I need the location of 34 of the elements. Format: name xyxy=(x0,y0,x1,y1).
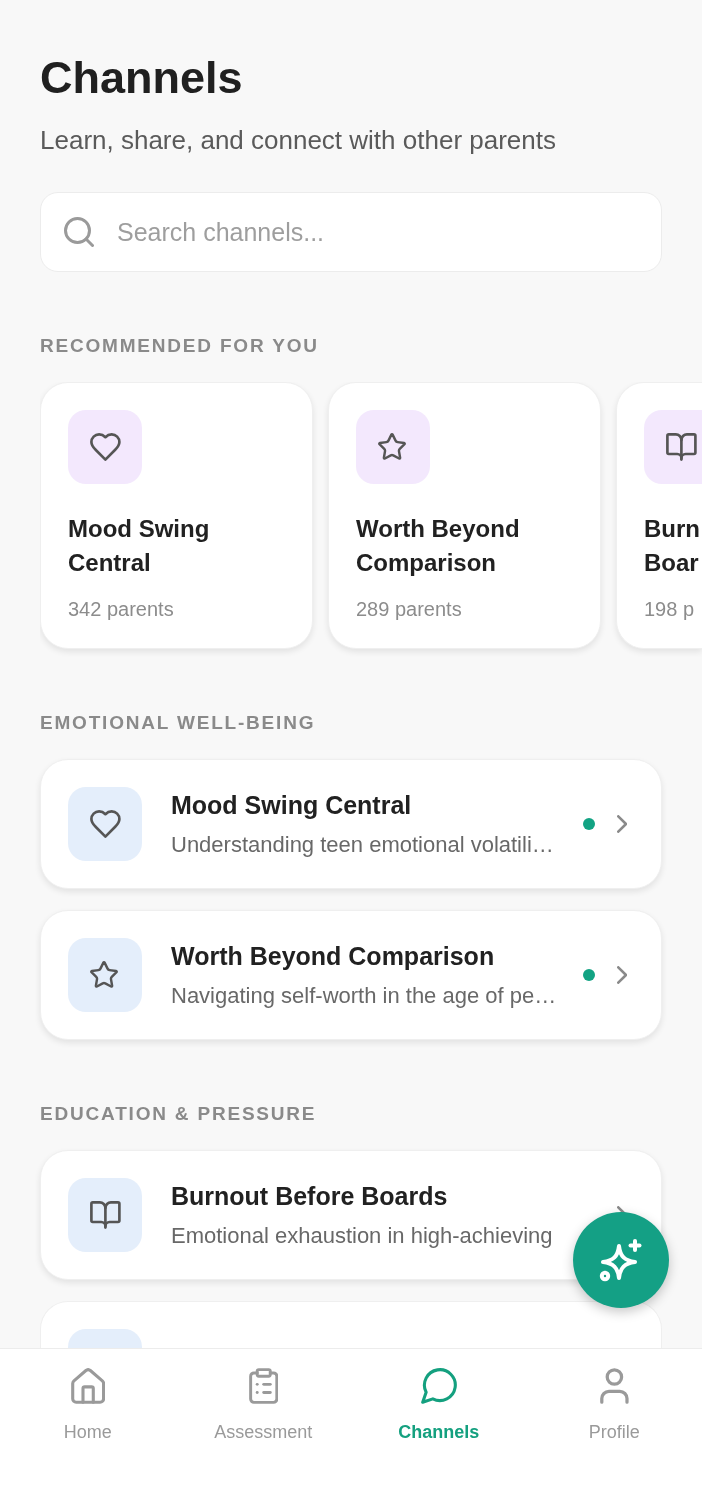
person-icon xyxy=(599,1368,629,1404)
member-count: 342 parents xyxy=(68,597,174,621)
book-icon xyxy=(68,1178,142,1252)
channel-card[interactable]: Worth Beyond Comparison 289 parents xyxy=(328,382,601,649)
channel-card[interactable]: Mood Swing Central Understanding teen emotional volatili… xyxy=(40,759,662,889)
channel-title: Burnout Before Boards xyxy=(171,1181,448,1212)
page-title: Channels xyxy=(40,51,243,105)
channel-card[interactable]: Worth Beyond Comparison Navigating self-worth in the age of pe… xyxy=(40,910,662,1040)
channel-description: Navigating self-worth in the age of pe… xyxy=(171,982,557,1010)
search-icon xyxy=(64,217,94,247)
member-count: 198 p xyxy=(644,597,695,621)
chevron-icon xyxy=(616,815,627,833)
home-icon xyxy=(70,1368,105,1404)
channel-card[interactable]: Burn Boar 198 p xyxy=(616,382,702,649)
clipboard-icon xyxy=(248,1368,278,1404)
channel-description: Understanding teen emotional volatili… xyxy=(171,831,554,859)
sparkle-icon xyxy=(599,1238,643,1282)
channel-card[interactable]: Mood Swing Central 342 parents xyxy=(40,382,313,649)
chat-bubble-icon xyxy=(420,1368,457,1404)
search-field[interactable]: Search channels... xyxy=(40,192,662,272)
channel-description: Emotional exhaustion in high-achieving xyxy=(171,1222,553,1250)
channel-title: Mood Swing Central xyxy=(171,790,412,821)
member-count: 289 parents xyxy=(356,597,462,621)
page-subtitle: Learn, share, and connect with other parents xyxy=(40,124,556,156)
book-icon xyxy=(644,410,702,484)
card-title: Mood Swing Central xyxy=(68,514,211,578)
section-heading: EMOTIONAL WELL-BEING xyxy=(40,711,316,735)
channel-card[interactable]: Burnout Before Boards Emotional exhaustion in high-achieving xyxy=(40,1150,662,1280)
section-heading: RECOMMENDED FOR YOU xyxy=(40,334,319,358)
chevron-icon xyxy=(616,966,627,984)
channel-title: Worth Beyond Comparison xyxy=(171,941,495,972)
card-title: Worth Beyond Comparison xyxy=(356,514,521,578)
card-title: Burn Boar xyxy=(644,514,701,578)
section-heading: EDUCATION & PRESSURE xyxy=(40,1102,317,1126)
